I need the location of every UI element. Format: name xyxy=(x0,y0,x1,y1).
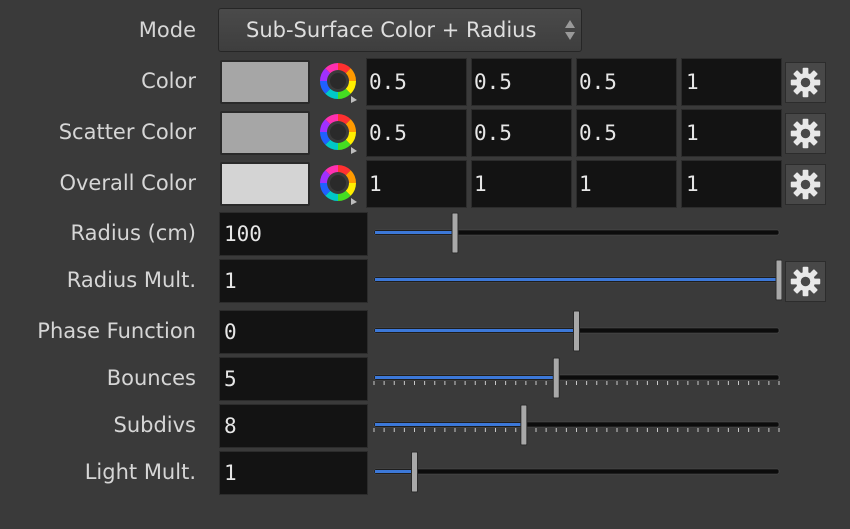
color-g-field[interactable]: 0.5 xyxy=(471,109,572,157)
color-row: Overall Color 1 1 1 1 xyxy=(0,160,850,210)
param-value-field[interactable]: 8 xyxy=(219,404,368,448)
param-label: Radius (cm) xyxy=(70,221,196,245)
color-swatch[interactable] xyxy=(220,111,310,155)
param-slider[interactable] xyxy=(372,403,782,447)
color-b-field[interactable]: 1 xyxy=(576,160,677,208)
color-g-field[interactable]: 1 xyxy=(471,160,572,208)
color-b-field[interactable]: 0.5 xyxy=(576,58,677,106)
param-row: Phase Function 0 xyxy=(0,309,850,355)
param-slider[interactable] xyxy=(372,211,782,255)
gear-icon[interactable] xyxy=(785,164,826,205)
param-value-field[interactable]: 0 xyxy=(219,310,368,354)
color-wheel-icon[interactable] xyxy=(317,162,361,206)
color-swatch[interactable] xyxy=(220,60,310,104)
mode-row: Mode Sub-Surface Color + Radius xyxy=(0,0,850,60)
param-slider[interactable] xyxy=(372,356,782,400)
color-g-field[interactable]: 0.5 xyxy=(471,58,572,106)
color-a-field[interactable]: 1 xyxy=(681,160,782,208)
color-row: Scatter Color 0.5 0.5 0.5 1 xyxy=(0,109,850,159)
color-label: Scatter Color xyxy=(58,120,196,144)
color-swatch[interactable] xyxy=(220,162,310,206)
dropdown-arrows-icon xyxy=(565,20,575,40)
param-value-field[interactable]: 100 xyxy=(219,212,368,256)
param-slider[interactable] xyxy=(372,309,782,353)
param-slider[interactable] xyxy=(372,450,782,494)
param-label: Subdivs xyxy=(113,413,196,437)
param-row: Bounces 5 xyxy=(0,356,850,402)
color-a-field[interactable]: 1 xyxy=(681,109,782,157)
param-label: Light Mult. xyxy=(84,460,196,484)
gear-icon[interactable] xyxy=(785,113,826,154)
color-a-field[interactable]: 1 xyxy=(681,58,782,106)
color-r-field[interactable]: 1 xyxy=(366,160,467,208)
param-label: Radius Mult. xyxy=(66,268,196,292)
param-row: Radius (cm) 100 xyxy=(0,211,850,257)
mode-dropdown[interactable]: Sub-Surface Color + Radius xyxy=(218,8,582,52)
color-b-field[interactable]: 0.5 xyxy=(576,109,677,157)
param-label: Bounces xyxy=(106,366,196,390)
param-row: Subdivs 8 xyxy=(0,403,850,449)
gear-icon[interactable] xyxy=(785,261,826,302)
param-slider[interactable] xyxy=(372,258,783,302)
param-row: Radius Mult. 1 xyxy=(0,258,850,304)
param-value-field[interactable]: 1 xyxy=(219,259,368,303)
param-row: Light Mult. 1 xyxy=(0,450,850,496)
color-label: Color xyxy=(141,69,196,93)
param-value-field[interactable]: 5 xyxy=(219,357,368,401)
color-wheel-icon[interactable] xyxy=(317,111,361,155)
param-label: Phase Function xyxy=(37,319,196,343)
mode-value: Sub-Surface Color + Radius xyxy=(246,18,537,42)
mode-label: Mode xyxy=(138,18,196,42)
color-r-field[interactable]: 0.5 xyxy=(366,109,467,157)
param-value-field[interactable]: 1 xyxy=(219,451,368,495)
color-r-field[interactable]: 0.5 xyxy=(366,58,467,106)
color-label: Overall Color xyxy=(59,171,196,195)
color-wheel-icon[interactable] xyxy=(317,60,361,104)
gear-icon[interactable] xyxy=(785,62,826,103)
color-row: Color 0.5 0.5 0.5 1 xyxy=(0,58,850,108)
